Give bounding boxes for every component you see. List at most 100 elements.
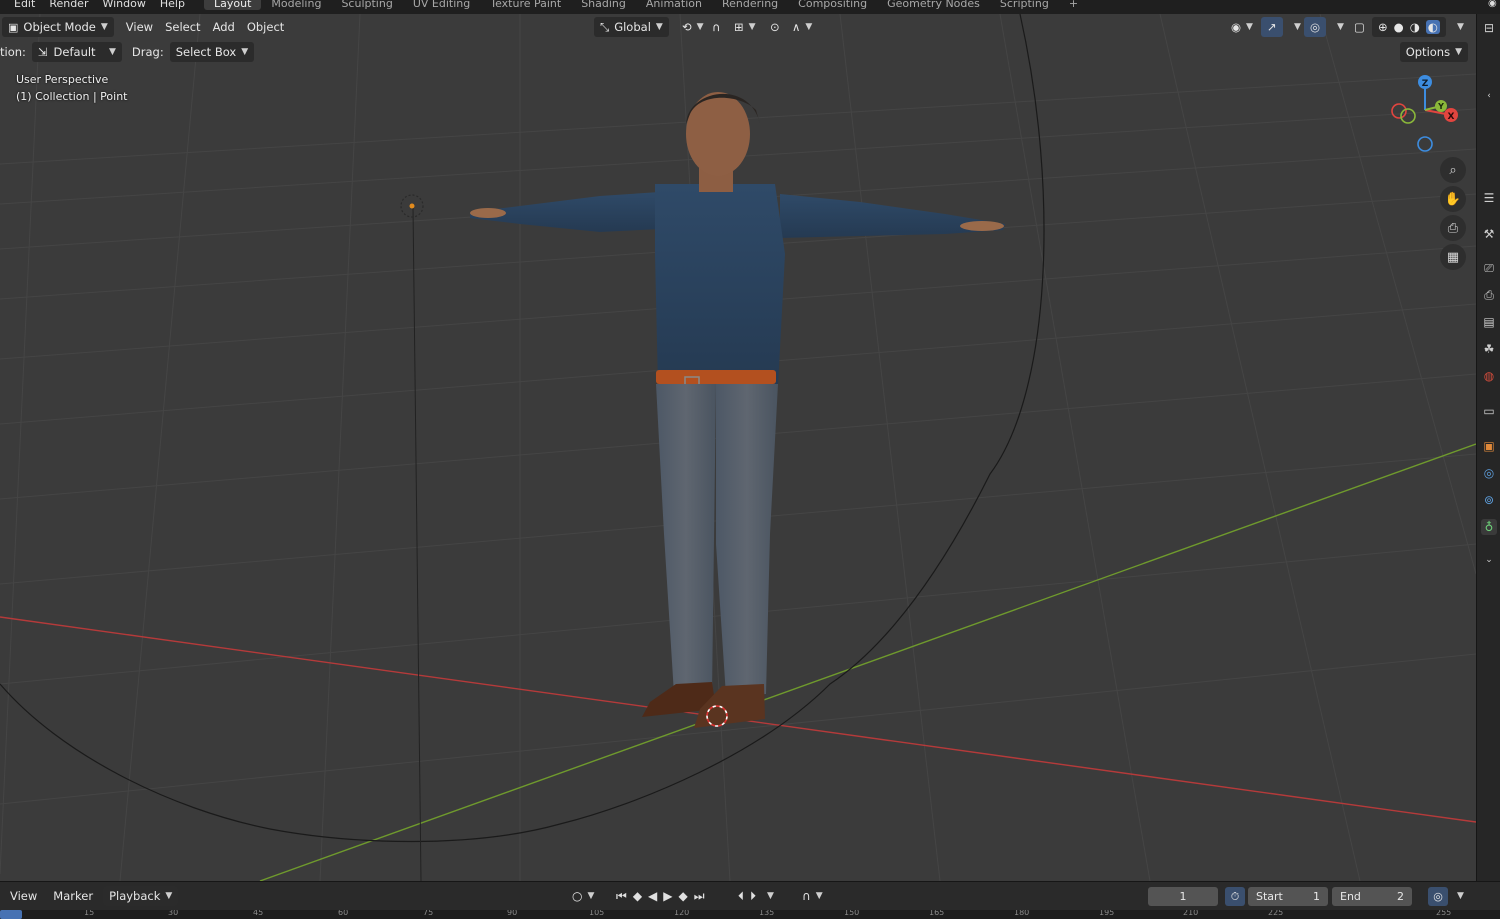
prev-keyframe-icon[interactable]: ◆ bbox=[633, 889, 642, 903]
scene-icon[interactable]: ☘ bbox=[1481, 341, 1497, 357]
start-frame-field[interactable]: Start 1 bbox=[1248, 887, 1328, 906]
tab-shading[interactable]: Shading bbox=[571, 0, 636, 10]
playback-controls: ⏮ ◆ ◀ ▶ ◆ ⏭ bbox=[616, 887, 705, 905]
chevron-down-icon[interactable]: ▼ bbox=[767, 891, 774, 901]
jump-end-icon[interactable]: ⏭ bbox=[694, 889, 705, 904]
proportional-edit-icon[interactable]: ⊙ bbox=[764, 17, 786, 37]
snap-target-icon[interactable]: ⊞ ▼ bbox=[728, 17, 762, 37]
jump-start-icon[interactable]: ⏮ bbox=[616, 889, 627, 904]
next-keyframe-icon[interactable]: ◆ bbox=[679, 889, 688, 903]
timeline-menu-marker[interactable]: Marker bbox=[47, 886, 99, 906]
viewport-header: ▣ Object Mode ▼ View Select Add Object ⤡… bbox=[0, 14, 1476, 40]
tab-rendering[interactable]: Rendering bbox=[712, 0, 788, 10]
options-dropdown[interactable]: Options ▼ bbox=[1399, 42, 1468, 62]
gizmo-z-label: Z bbox=[1422, 79, 1429, 89]
camera-view-icon[interactable]: ⎙ bbox=[1440, 215, 1466, 241]
gizmo-y-label: Y bbox=[1437, 102, 1444, 111]
chevron-down-icon[interactable]: ⌄ bbox=[1481, 552, 1497, 568]
chevron-down-icon: ▼ bbox=[100, 22, 108, 32]
transform-orientation-dropdown[interactable]: ⤡ Global ▼ bbox=[594, 17, 669, 37]
step-forward-icon[interactable]: ⏵ bbox=[750, 889, 756, 904]
menu-add[interactable]: Add bbox=[207, 17, 241, 37]
orientation-setting-dropdown[interactable]: ⇲ Default ▼ bbox=[31, 42, 122, 62]
menu-object[interactable]: Object bbox=[241, 17, 290, 37]
ruler-tick: 225 bbox=[1268, 910, 1284, 917]
keying-dot-icon[interactable]: ○ ▼ bbox=[572, 887, 594, 905]
pivot-point-icon[interactable]: ⟲ ▼ bbox=[676, 17, 710, 37]
add-workspace-button[interactable]: + bbox=[1059, 0, 1088, 10]
falloff-icon[interactable]: ∧ ▼ bbox=[786, 17, 818, 37]
object-icon[interactable]: ▣ bbox=[1481, 438, 1497, 454]
collapse-arrow-icon[interactable]: ‹ bbox=[1481, 88, 1497, 104]
drag-dropdown[interactable]: Select Box ▼ bbox=[169, 42, 255, 62]
physics-icon[interactable]: ⊚ bbox=[1481, 492, 1497, 508]
chevron-down-icon[interactable]: ▼ bbox=[1326, 17, 1350, 37]
chevron-down-icon: ▼ bbox=[655, 22, 663, 32]
navigation-gizmo[interactable]: Z Y X bbox=[1385, 70, 1465, 160]
chevron-down-icon: ▼ bbox=[241, 47, 249, 57]
tab-texture-paint[interactable]: Texture Paint bbox=[480, 0, 571, 10]
menu-lines-icon[interactable]: ☰ bbox=[1481, 190, 1497, 206]
gizmo-toggle-icon[interactable]: ↗ bbox=[1261, 17, 1283, 37]
chevron-down-icon: ▼ bbox=[108, 47, 116, 57]
tool-icon[interactable]: ⚒ bbox=[1481, 226, 1497, 242]
render-icon[interactable]: ⎚ bbox=[1481, 260, 1497, 276]
orientation-setting-value: Default bbox=[53, 45, 96, 59]
overlays-toggle-icon[interactable]: ◎ bbox=[1304, 17, 1327, 37]
play-reverse-icon[interactable]: ◀ bbox=[648, 889, 657, 903]
timeline-playback-dropdown[interactable]: Playback ▼ bbox=[103, 886, 179, 906]
snap-magnet-icon[interactable]: ∩ bbox=[706, 17, 726, 37]
preview-range-clock-icon[interactable]: ⏱ bbox=[1225, 887, 1245, 906]
tab-layout[interactable]: Layout bbox=[204, 0, 262, 10]
solid-shading-icon[interactable]: ● bbox=[1394, 20, 1404, 34]
view-layer-icon[interactable]: ▤ bbox=[1481, 314, 1497, 330]
playhead[interactable] bbox=[0, 910, 22, 919]
menu-view[interactable]: View bbox=[120, 17, 159, 37]
material-shading-icon[interactable]: ◑ bbox=[1410, 20, 1420, 34]
timeline-overlay-icon[interactable]: ◎ bbox=[1428, 887, 1448, 906]
tab-animation[interactable]: Animation bbox=[636, 0, 712, 10]
menu-help[interactable]: Help bbox=[160, 0, 185, 10]
menu-edit[interactable]: Edit bbox=[14, 0, 35, 10]
xray-toggle-icon[interactable]: ▢ bbox=[1348, 17, 1371, 37]
tab-uv-editing[interactable]: UV Editing bbox=[403, 0, 480, 10]
ortho-grid-icon[interactable]: ▦ bbox=[1440, 244, 1466, 270]
current-frame-field[interactable]: 1 bbox=[1148, 887, 1218, 906]
3d-viewport[interactable]: User Perspective (1) Collection | Point … bbox=[0, 14, 1476, 881]
world-icon[interactable]: ◍ bbox=[1481, 368, 1497, 384]
tab-compositing[interactable]: Compositing bbox=[788, 0, 877, 10]
chevron-down-icon[interactable]: ▼ bbox=[1452, 887, 1464, 905]
collection-icon[interactable]: ▭ bbox=[1481, 403, 1497, 419]
drag-label: Drag: bbox=[131, 45, 164, 59]
light-data-icon[interactable]: ♁ bbox=[1481, 519, 1497, 535]
gizmo-neg-z bbox=[1417, 136, 1433, 152]
auto-keying-icon[interactable]: ∩ ▼ bbox=[802, 887, 823, 905]
menu-select[interactable]: Select bbox=[159, 17, 206, 37]
end-value: 2 bbox=[1397, 890, 1404, 903]
zoom-icon[interactable]: ⌕ bbox=[1440, 157, 1466, 183]
scene-icon[interactable]: ◉ bbox=[1488, 0, 1498, 9]
wireframe-shading-icon[interactable]: ⊕ bbox=[1378, 20, 1388, 34]
timeline-menu-view[interactable]: View bbox=[4, 886, 43, 906]
ruler-tick: 165 bbox=[929, 910, 945, 917]
light-line bbox=[412, 206, 422, 881]
tab-sculpting[interactable]: Sculpting bbox=[331, 0, 402, 10]
menu-window[interactable]: Window bbox=[102, 0, 145, 10]
tab-geometry-nodes[interactable]: Geometry Nodes bbox=[877, 0, 990, 10]
outliner-icon[interactable]: ⊟ bbox=[1481, 20, 1497, 36]
ruler-tick: 180 bbox=[1014, 910, 1030, 917]
step-back-icon[interactable]: ⏴ bbox=[738, 889, 744, 904]
mode-dropdown[interactable]: ▣ Object Mode ▼ bbox=[2, 17, 114, 37]
tab-modeling[interactable]: Modeling bbox=[261, 0, 331, 10]
end-frame-field[interactable]: End 2 bbox=[1332, 887, 1412, 906]
pan-hand-icon[interactable]: ✋ bbox=[1440, 186, 1466, 212]
rendered-shading-icon[interactable]: ◐ bbox=[1425, 20, 1440, 34]
frame-ruler[interactable]: 15 30 45 60 75 90 105 120 135 150 165 18… bbox=[0, 910, 1500, 919]
menu-render[interactable]: Render bbox=[49, 0, 88, 10]
tab-scripting[interactable]: Scripting bbox=[990, 0, 1059, 10]
shading-options-chevron-icon[interactable]: ▼ bbox=[1446, 17, 1470, 37]
modifiers-icon[interactable]: ◎ bbox=[1481, 465, 1497, 481]
play-icon[interactable]: ▶ bbox=[663, 889, 672, 903]
visibility-eye-icon[interactable]: ◉ ▼ bbox=[1225, 17, 1259, 37]
output-icon[interactable]: ⎙ bbox=[1481, 287, 1497, 303]
